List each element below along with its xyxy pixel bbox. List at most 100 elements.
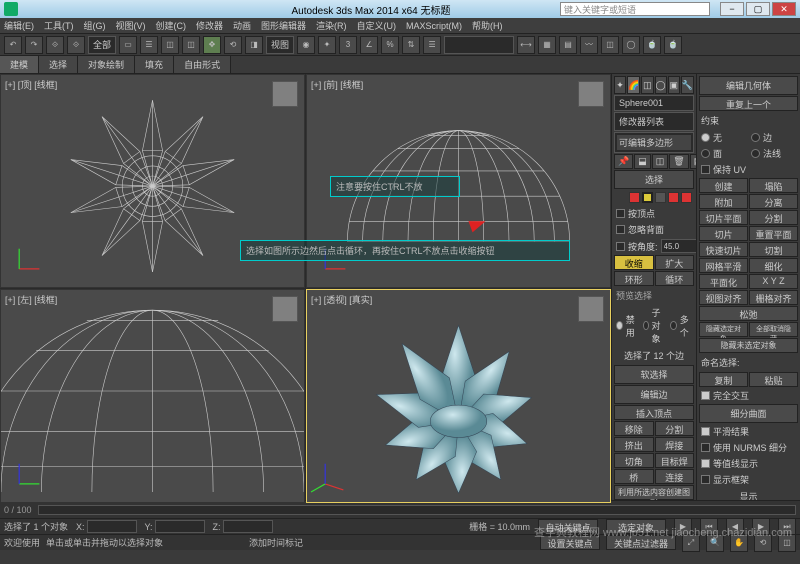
subobj-vertex-icon[interactable] bbox=[629, 192, 640, 203]
attach-button[interactable]: 附加 bbox=[699, 194, 748, 209]
show-cage-check[interactable]: 显示框架 bbox=[699, 472, 798, 487]
object-name-field[interactable]: Sphere001 bbox=[614, 95, 694, 111]
msmooth-button[interactable]: 网格平滑 bbox=[699, 258, 748, 273]
show-end-result-icon[interactable]: ⬓ bbox=[634, 154, 651, 169]
redo-button[interactable]: ↷ bbox=[25, 36, 43, 54]
target-weld-button[interactable]: 目标焊接 bbox=[655, 453, 695, 468]
minimize-button[interactable]: − bbox=[720, 2, 744, 16]
make-planar-button[interactable]: 平面化 bbox=[699, 274, 748, 289]
select-name-button[interactable]: ☰ bbox=[140, 36, 158, 54]
weld-button[interactable]: 焊接 bbox=[655, 437, 695, 452]
z-input[interactable] bbox=[223, 520, 273, 533]
menu-help[interactable]: 帮助(H) bbox=[472, 19, 503, 32]
chamfer-button[interactable]: 切角 bbox=[614, 453, 654, 468]
split-button-2[interactable]: 分割 bbox=[749, 210, 798, 225]
preserve-uv-check[interactable]: 保持 UV bbox=[699, 162, 798, 177]
named-selection-button[interactable]: ☰ bbox=[423, 36, 441, 54]
render-setup-button[interactable]: 🍵 bbox=[643, 36, 661, 54]
mirror-button[interactable]: ⟷ bbox=[517, 36, 535, 54]
menu-customize[interactable]: 自定义(U) bbox=[357, 19, 397, 32]
spinner-snap-toggle[interactable]: ⇅ bbox=[402, 36, 420, 54]
unlink-button[interactable]: ⟐ bbox=[67, 36, 85, 54]
select-region-button[interactable]: ◫ bbox=[161, 36, 179, 54]
create-shape-button[interactable]: 利用所选内容创建图形 bbox=[614, 485, 694, 500]
angle-input[interactable] bbox=[661, 239, 696, 253]
move-button[interactable]: ✥ bbox=[203, 36, 221, 54]
tab-selection[interactable]: 选择 bbox=[39, 56, 78, 73]
tab-modeling[interactable]: 建模 bbox=[0, 56, 39, 73]
ignore-backfacing-check[interactable]: 忽略背面 bbox=[614, 222, 694, 237]
viewport-left[interactable]: [+] [左] [线框] bbox=[0, 289, 305, 503]
view-align-button[interactable]: 视图对齐 bbox=[699, 290, 748, 305]
create-button[interactable]: 创建 bbox=[699, 178, 748, 193]
copy-button[interactable]: 复制 bbox=[699, 372, 748, 387]
use-nurms-check[interactable]: 使用 NURMS 细分 bbox=[699, 440, 798, 455]
rollout-subdivision[interactable]: 细分曲面 bbox=[699, 404, 798, 423]
x-input[interactable] bbox=[87, 520, 137, 533]
cmdtab-display-icon[interactable]: ▣ bbox=[668, 76, 680, 94]
menu-maxscript[interactable]: MAXScript(M) bbox=[406, 21, 462, 31]
cmdtab-motion-icon[interactable]: ◯ bbox=[655, 76, 667, 94]
insert-vertex-button[interactable]: 插入顶点 bbox=[614, 405, 694, 420]
preview-subobj-radio[interactable]: 子对象 bbox=[641, 305, 667, 346]
make-unique-icon[interactable]: ◫ bbox=[652, 154, 669, 169]
viewport-top-label[interactable]: [+] [顶] [线框] bbox=[5, 78, 57, 91]
scale-button[interactable]: ◨ bbox=[245, 36, 263, 54]
tab-freeform[interactable]: 自由形式 bbox=[174, 56, 231, 73]
close-button[interactable]: ✕ bbox=[772, 2, 796, 16]
hide-selected-button[interactable]: 隐藏选定对象 bbox=[699, 322, 748, 337]
constraint-none-radio[interactable]: 无 bbox=[699, 130, 748, 145]
modifier-item[interactable]: 可编辑多边形 bbox=[617, 135, 691, 150]
render-button[interactable]: 🍵 bbox=[664, 36, 682, 54]
split-button[interactable]: 分割 bbox=[655, 421, 695, 436]
subobj-border-icon[interactable] bbox=[655, 192, 666, 203]
undo-button[interactable]: ↶ bbox=[4, 36, 22, 54]
rollout-selection[interactable]: 选择 bbox=[614, 170, 694, 189]
viewport-perspective[interactable]: [+] [透视] [真实] bbox=[306, 289, 611, 503]
manipulate-button[interactable]: ✦ bbox=[318, 36, 336, 54]
y-input[interactable] bbox=[155, 520, 205, 533]
angle-snap-toggle[interactable]: ∠ bbox=[360, 36, 378, 54]
ring-button[interactable]: 环形 bbox=[614, 271, 654, 286]
by-vertex-check[interactable]: 按顶点 bbox=[614, 206, 694, 221]
reset-plane-button[interactable]: 重置平面 bbox=[749, 226, 798, 241]
menu-edit[interactable]: 编辑(E) bbox=[4, 19, 34, 32]
time-ruler[interactable] bbox=[38, 505, 796, 515]
by-angle-check[interactable]: 按角度: bbox=[614, 238, 694, 254]
smooth-result-check[interactable]: 平滑结果 bbox=[699, 424, 798, 439]
subobj-polygon-icon[interactable] bbox=[668, 192, 679, 203]
menu-rendering[interactable]: 渲染(R) bbox=[316, 19, 347, 32]
grid-align-button[interactable]: 栅格对齐 bbox=[749, 290, 798, 305]
add-time-tag[interactable]: 添加时间标记 bbox=[249, 536, 303, 549]
subobj-element-icon[interactable] bbox=[681, 192, 692, 203]
collapse-button[interactable]: 塌陷 bbox=[749, 178, 798, 193]
constraint-normal-radio[interactable]: 法线 bbox=[749, 146, 798, 161]
repeat-last-button[interactable]: 重复上一个 bbox=[699, 96, 798, 111]
selection-filter[interactable]: 全部 bbox=[88, 36, 116, 54]
constraint-edge-radio[interactable]: 边 bbox=[749, 130, 798, 145]
material-editor-button[interactable]: ◯ bbox=[622, 36, 640, 54]
viewcube-icon[interactable] bbox=[272, 81, 298, 107]
full-interactivity-check[interactable]: 完全交互 bbox=[699, 388, 798, 403]
grow-button[interactable]: 扩大 bbox=[655, 255, 695, 270]
connect-button[interactable]: 连接 bbox=[655, 469, 695, 484]
align-button[interactable]: ▦ bbox=[538, 36, 556, 54]
menu-views[interactable]: 视图(V) bbox=[116, 19, 146, 32]
schematic-view-button[interactable]: ◫ bbox=[601, 36, 619, 54]
window-crossing-button[interactable]: ◫ bbox=[182, 36, 200, 54]
viewport-front-label[interactable]: [+] [前] [线框] bbox=[311, 78, 363, 91]
menu-graph-editors[interactable]: 图形编辑器 bbox=[261, 19, 306, 32]
modifier-stack[interactable]: 可编辑多边形 bbox=[614, 132, 694, 153]
viewport-left-label[interactable]: [+] [左] [线框] bbox=[5, 293, 57, 306]
percent-snap-toggle[interactable]: % bbox=[381, 36, 399, 54]
named-selection-input[interactable] bbox=[444, 36, 514, 54]
layer-manager-button[interactable]: ▤ bbox=[559, 36, 577, 54]
detach-button[interactable]: 分离 bbox=[749, 194, 798, 209]
remove-button[interactable]: 移除 bbox=[614, 421, 654, 436]
select-button[interactable]: ▭ bbox=[119, 36, 137, 54]
quickslice-button[interactable]: 快速切片 bbox=[699, 242, 748, 257]
menu-group[interactable]: 组(G) bbox=[84, 19, 106, 32]
cmdtab-modify-icon[interactable]: 🌈 bbox=[627, 76, 640, 94]
extrude-button[interactable]: 挤出 bbox=[614, 437, 654, 452]
link-button[interactable]: ⟐ bbox=[46, 36, 64, 54]
